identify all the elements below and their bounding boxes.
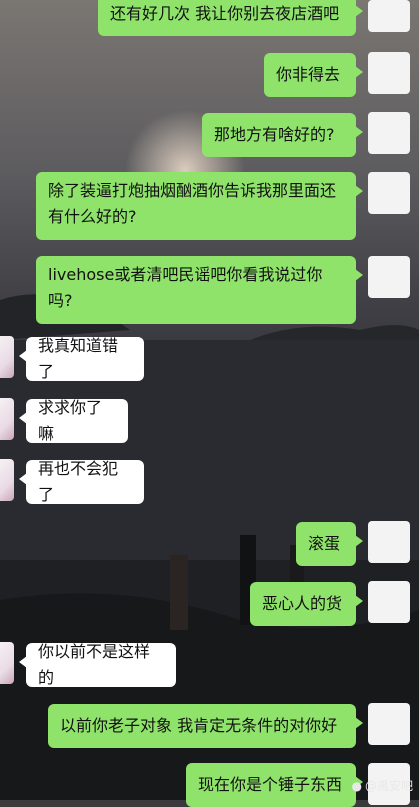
message-text: 你以前不是这样的 (38, 642, 151, 687)
watermark: ● @禹安吧 (352, 777, 414, 794)
contact-avatar[interactable] (368, 521, 410, 563)
message-text: 还有好几次 我让你别去夜店酒吧 (110, 4, 340, 23)
message-text: 你非得去 (276, 65, 341, 84)
message-text: 那地方有啥好的? (214, 125, 335, 144)
own-avatar[interactable] (0, 398, 14, 440)
received-message-bubble[interactable]: 我真知道错了 (19, 336, 144, 381)
contact-avatar[interactable] (368, 581, 410, 623)
weibo-icon: ● (351, 778, 362, 793)
sent-message-bubble[interactable]: 恶心人的货 (250, 582, 363, 626)
sent-message-bubble[interactable]: 以前你老子对象 我肯定无条件的对你好 (48, 704, 363, 748)
message-text: 再也不会犯了 (38, 459, 119, 504)
message-text: 恶心人的货 (262, 594, 343, 613)
own-avatar[interactable] (0, 642, 14, 684)
message-text: 滚蛋 (308, 534, 341, 553)
contact-avatar[interactable] (368, 256, 410, 298)
received-message-bubble[interactable]: 你以前不是这样的 (19, 642, 176, 687)
sent-message-bubble[interactable]: 你非得去 (264, 53, 363, 97)
watermark-text: @禹安吧 (364, 779, 413, 793)
message-text: 以前你老子对象 我肯定无条件的对你好 (60, 716, 338, 735)
contact-avatar[interactable] (368, 703, 410, 745)
received-message-bubble[interactable]: 再也不会犯了 (19, 459, 144, 504)
sent-message-bubble[interactable]: 现在你是个锤子东西 (186, 763, 363, 807)
sent-message-bubble[interactable]: 还有好几次 我让你别去夜店酒吧 (98, 0, 363, 36)
contact-avatar[interactable] (368, 52, 410, 94)
own-avatar[interactable] (0, 459, 14, 501)
contact-avatar[interactable] (368, 0, 410, 32)
sent-message-bubble[interactable]: livehose或者清吧民谣吧你看我说过你吗? (36, 256, 363, 324)
message-text: 求求你了嘛 (38, 398, 103, 443)
sent-message-bubble[interactable]: 滚蛋 (296, 522, 363, 566)
contact-avatar[interactable] (368, 172, 410, 214)
sent-message-bubble[interactable]: 那地方有啥好的? (202, 113, 363, 157)
message-text: 除了装逼打炮抽烟酗酒你告诉我那里面还有什么好的? (48, 181, 337, 226)
received-message-bubble[interactable]: 求求你了嘛 (19, 398, 128, 443)
message-text: livehose或者清吧民谣吧你看我说过你吗? (48, 265, 323, 310)
message-text: 现在你是个锤子东西 (198, 775, 343, 794)
own-avatar[interactable] (0, 336, 14, 378)
message-text: 我真知道错了 (38, 336, 119, 381)
contact-avatar[interactable] (368, 112, 410, 154)
sent-message-bubble[interactable]: 除了装逼打炮抽烟酗酒你告诉我那里面还有什么好的? (36, 172, 363, 240)
